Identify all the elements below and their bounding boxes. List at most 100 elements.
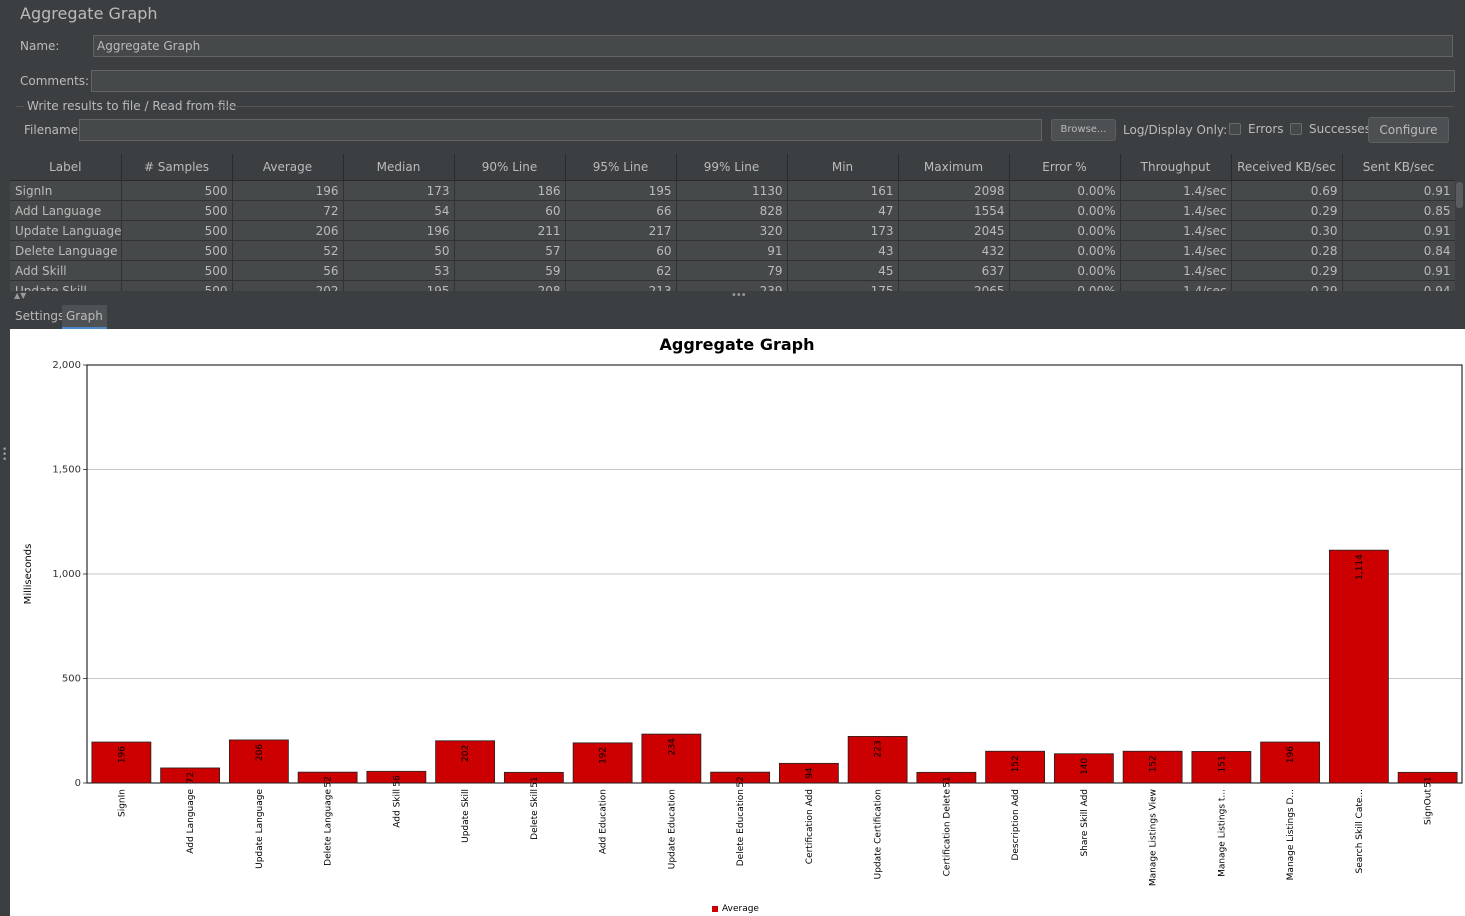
table-cell: 0.94 xyxy=(1342,280,1455,291)
bar-value-label: 196 xyxy=(1286,746,1296,763)
column-header[interactable]: Median xyxy=(343,154,455,181)
x-tick-label: Add Language xyxy=(186,789,196,854)
table-row[interactable]: Delete Language 500 52 50 57 60 91 43 432 0.00% 1.… xyxy=(10,240,1455,261)
bar-value-label: 140 xyxy=(1080,757,1090,774)
splitter-handle-icon[interactable]: ••• xyxy=(731,290,747,301)
x-tick-label: Update Language xyxy=(255,789,265,869)
table-cell: 62 xyxy=(565,260,677,281)
name-field[interactable]: Aggregate Graph xyxy=(93,35,1453,57)
y-tick-label: 1,500 xyxy=(52,465,81,476)
table-cell: 0.00% xyxy=(1009,180,1121,201)
table-cell: 0.29 xyxy=(1231,280,1343,291)
table-cell: SignIn xyxy=(10,180,122,201)
table-cell: 196 xyxy=(343,220,455,241)
column-header[interactable]: Throughput xyxy=(1120,154,1232,181)
table-cell: 66 xyxy=(565,200,677,221)
browse-button[interactable]: Browse... xyxy=(1051,119,1116,141)
y-tick-label: 2,000 xyxy=(52,360,81,371)
bar-value-label: 202 xyxy=(461,745,471,762)
log-display-label: Log/Display Only: xyxy=(1123,123,1228,137)
filename-field[interactable] xyxy=(79,119,1042,141)
table-row[interactable]: Add Language 500 72 54 60 66 828 47 1554 0.00% 1.4… xyxy=(10,200,1455,221)
successes-checkbox[interactable] xyxy=(1290,123,1302,135)
table-cell: 195 xyxy=(565,180,677,201)
chart-panel: Aggregate Graph 0 500 1,000 1,500 2,000 Millis… xyxy=(10,329,1465,916)
table-cell: 0.91 xyxy=(1342,180,1455,201)
errors-checkbox[interactable] xyxy=(1229,123,1241,135)
table-cell: 79 xyxy=(676,260,788,281)
column-header[interactable]: 95% Line xyxy=(565,154,677,181)
table-cell: 1.4/sec xyxy=(1120,240,1232,261)
tab-settings[interactable]: Settings xyxy=(11,305,68,327)
table-cell: 1554 xyxy=(898,200,1010,221)
column-header[interactable]: Error % xyxy=(1009,154,1121,181)
results-table: Label # Samples Average Median 90% Line 95% L… xyxy=(10,154,1455,291)
table-scrollbar-thumb[interactable] xyxy=(1456,182,1463,208)
bar-value-label: 151 xyxy=(1217,755,1227,772)
x-tick-label: Search Skill Cate... xyxy=(1355,789,1365,874)
bar-value-label: 152 xyxy=(1149,755,1159,772)
table-cell: 0.00% xyxy=(1009,280,1121,291)
x-tick-label: Add Education xyxy=(599,789,609,854)
table-row[interactable]: Add Skill 500 56 53 59 62 79 45 637 0.00% 1.4/sec 0… xyxy=(10,260,1455,281)
bar-value-label: 51 xyxy=(942,776,952,787)
bar-value-label: 52 xyxy=(736,776,746,787)
table-cell: 206 xyxy=(232,220,344,241)
x-tick-label: Delete Skill xyxy=(530,789,540,840)
collapse-arrows-icon[interactable]: ▲▼ xyxy=(14,291,26,300)
table-cell: 59 xyxy=(454,260,566,281)
x-tick-label: Delete Education xyxy=(736,789,746,866)
bar-value-label: 152 xyxy=(1011,755,1021,772)
table-row[interactable]: SignIn 500 196 173 186 195 1130 161 2098 0.00% 1.4… xyxy=(10,180,1455,201)
x-tick-label: Description Add xyxy=(1011,789,1021,861)
table-cell: 2065 xyxy=(898,280,1010,291)
table-cell: 161 xyxy=(787,180,899,201)
side-splitter-icon[interactable]: • • • xyxy=(2,446,7,465)
column-header[interactable]: Label xyxy=(10,154,122,181)
table-cell: 0.00% xyxy=(1009,220,1121,241)
name-label: Name: xyxy=(20,39,60,53)
filename-label: Filename xyxy=(24,123,79,137)
table-cell: 173 xyxy=(343,180,455,201)
file-section-label: Write results to file / Read from file xyxy=(27,99,237,113)
table-cell: 186 xyxy=(454,180,566,201)
table-cell: 57 xyxy=(454,240,566,261)
bar-value-label: 206 xyxy=(255,744,265,761)
page-title: Aggregate Graph xyxy=(20,4,158,23)
table-cell: 828 xyxy=(676,200,788,221)
y-tick-label: 1,000 xyxy=(52,569,81,580)
column-header[interactable]: Maximum xyxy=(898,154,1010,181)
column-header[interactable]: 99% Line xyxy=(676,154,788,181)
bar-value-label: 51 xyxy=(530,776,540,787)
tab-graph[interactable]: Graph xyxy=(62,305,107,329)
column-header[interactable]: Average xyxy=(232,154,344,181)
x-tick-label: Delete Language xyxy=(324,789,334,866)
comments-field[interactable] xyxy=(91,70,1455,92)
table-cell: Delete Language xyxy=(10,240,122,261)
table-cell: 0.85 xyxy=(1342,200,1455,221)
legend-swatch xyxy=(712,906,718,912)
table-cell: Update Language xyxy=(10,220,122,241)
x-tick-label: SignIn xyxy=(117,789,127,817)
table-cell: 52 xyxy=(232,240,344,261)
table-cell: 0.00% xyxy=(1009,240,1121,261)
table-cell: 500 xyxy=(121,220,233,241)
table-cell: 213 xyxy=(565,280,677,291)
table-row[interactable]: Update Language 500 206 196 211 217 320 173 2045… xyxy=(10,220,1455,241)
column-header[interactable]: 90% Line xyxy=(454,154,566,181)
table-cell: 0.29 xyxy=(1231,260,1343,281)
table-cell: Update Skill xyxy=(10,280,122,291)
x-tick-label: Add Skill xyxy=(392,789,402,828)
column-header[interactable]: # Samples xyxy=(121,154,233,181)
column-header[interactable]: Min xyxy=(787,154,899,181)
column-header[interactable]: Received KB/sec xyxy=(1231,154,1343,181)
table-cell: 0.91 xyxy=(1342,220,1455,241)
x-tick-label: SignOut xyxy=(1424,789,1434,825)
column-header[interactable]: Sent KB/sec xyxy=(1342,154,1455,181)
table-cell: 0.30 xyxy=(1231,220,1343,241)
bar-value-label: 192 xyxy=(599,747,609,764)
table-cell: 54 xyxy=(343,200,455,221)
x-tick-label: Update Skill xyxy=(461,789,471,843)
table-cell: 47 xyxy=(787,200,899,221)
configure-button[interactable]: Configure xyxy=(1368,117,1449,143)
